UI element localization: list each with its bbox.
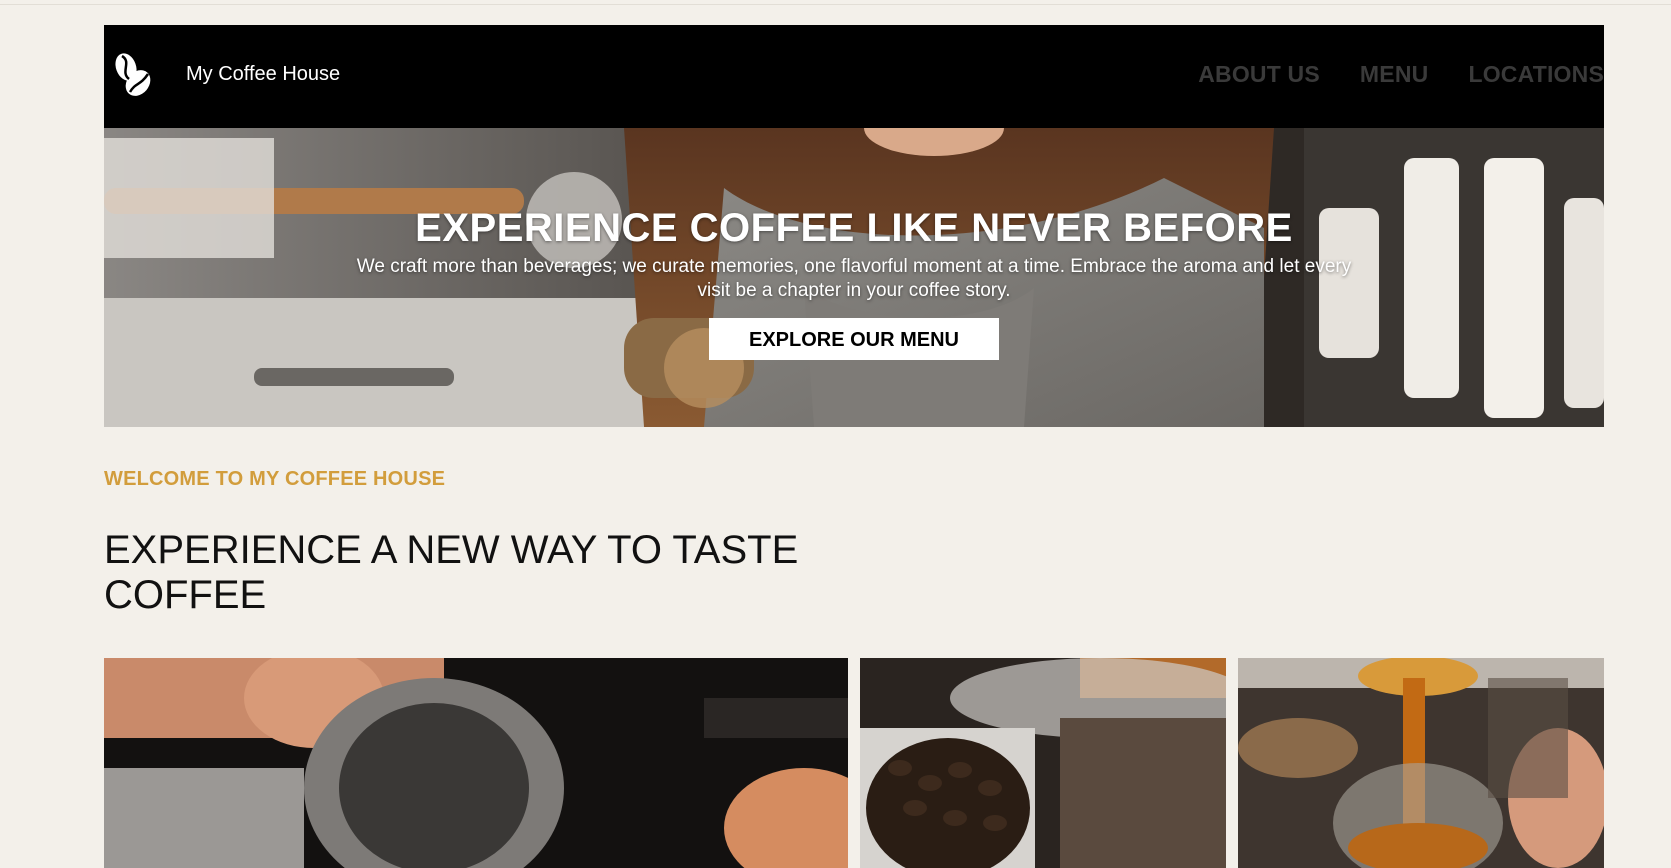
main-nav: ABOUT US MENU LOCATIONS xyxy=(1198,61,1604,88)
page-container: My Coffee House ABOUT US MENU LOCATIONS xyxy=(104,25,1604,868)
gallery-image-coffee-beans xyxy=(860,658,1226,868)
nav-about-us[interactable]: ABOUT US xyxy=(1198,61,1320,88)
brand-name[interactable]: My Coffee House xyxy=(186,63,340,86)
top-rule xyxy=(0,4,1671,5)
nav-menu[interactable]: MENU xyxy=(1360,61,1429,88)
hero-banner: EXPERIENCE COFFEE LIKE NEVER BEFORE We c… xyxy=(104,128,1604,427)
section-title: EXPERIENCE A NEW WAY TO TASTE COFFEE xyxy=(104,528,799,617)
hero-subtitle: We craft more than beverages; we curate … xyxy=(356,256,1352,301)
gallery-image-pour-over xyxy=(1238,658,1604,868)
explore-menu-button[interactable]: EXPLORE OUR MENU xyxy=(709,318,999,360)
coffee-beans-icon[interactable] xyxy=(112,50,154,100)
nav-locations[interactable]: LOCATIONS xyxy=(1468,61,1604,88)
gallery-image-milk-pitcher xyxy=(104,658,848,868)
hero-content: EXPERIENCE COFFEE LIKE NEVER BEFORE We c… xyxy=(104,208,1604,360)
welcome-kicker: WELCOME TO MY COFFEE HOUSE xyxy=(104,468,446,490)
site-header: My Coffee House ABOUT US MENU LOCATIONS xyxy=(104,25,1604,128)
gallery xyxy=(104,658,1604,868)
hero-title: EXPERIENCE COFFEE LIKE NEVER BEFORE xyxy=(415,206,1293,250)
